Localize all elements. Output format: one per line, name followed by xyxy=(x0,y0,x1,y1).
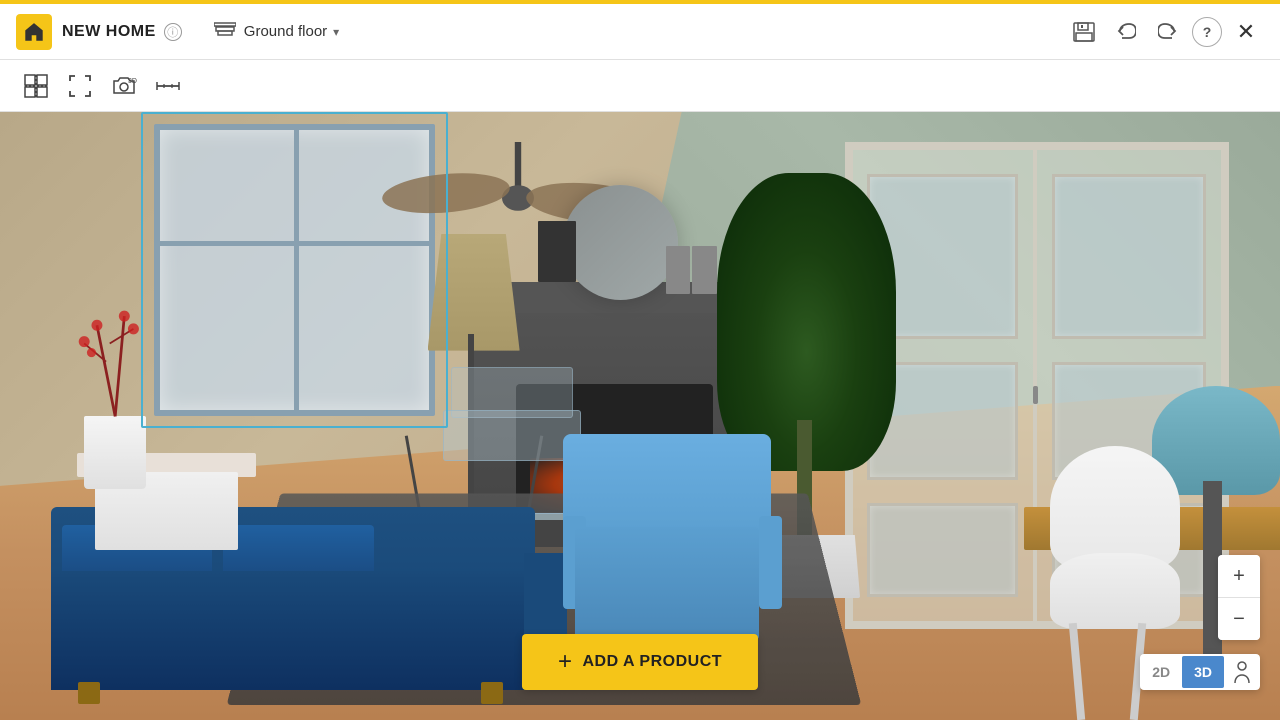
white-chair-seat xyxy=(1050,553,1181,629)
fullscreen-tool-button[interactable] xyxy=(60,66,100,106)
white-chair-leg-front xyxy=(1068,623,1084,720)
add-product-button[interactable]: + ADD A PRODUCT xyxy=(522,634,758,690)
floor-selector[interactable]: Ground floor ▾ xyxy=(206,17,347,46)
floor-name: Ground floor xyxy=(244,23,327,40)
camera-3d-tool-button[interactable]: 3D xyxy=(104,66,144,106)
sofa-body xyxy=(51,571,535,690)
add-product-label: ADD A PRODUCT xyxy=(582,653,722,671)
person-view-button[interactable] xyxy=(1224,654,1260,690)
help-button[interactable]: ? xyxy=(1192,17,1222,47)
toolbar: 3D xyxy=(0,60,1280,112)
white-chair-back xyxy=(1050,446,1181,568)
armchair-back xyxy=(563,434,770,537)
candle xyxy=(666,246,691,295)
view-toggle: 2D 3D xyxy=(1140,654,1260,690)
app-logo[interactable] xyxy=(16,14,52,50)
clear-chair-seat xyxy=(443,410,581,461)
add-product-plus-icon: + xyxy=(558,650,573,674)
candle xyxy=(692,246,717,295)
undo-button[interactable] xyxy=(1108,14,1144,50)
vase-with-branches xyxy=(64,307,166,489)
armchair-arm-right xyxy=(759,516,782,609)
measure-tool-button[interactable] xyxy=(148,66,188,106)
armchair-body xyxy=(575,527,759,641)
window-divider-vertical xyxy=(294,124,299,416)
door-handle xyxy=(1033,386,1038,404)
sofa-leg xyxy=(78,682,100,704)
mantel-vase xyxy=(538,221,576,282)
header-actions: ? ✕ xyxy=(1066,14,1264,50)
svg-text:3D: 3D xyxy=(128,78,137,85)
lamp-shade xyxy=(428,234,520,351)
zoom-out-button[interactable]: − xyxy=(1218,598,1260,640)
info-icon[interactable]: ⓘ xyxy=(164,23,182,41)
zoom-controls: + − xyxy=(1218,555,1260,640)
project-name: NEW HOME xyxy=(62,23,156,41)
wall-circle-decoration xyxy=(563,185,678,300)
zoom-in-button[interactable]: + xyxy=(1218,555,1260,597)
mantel-candles xyxy=(666,246,717,295)
redo-button[interactable] xyxy=(1150,14,1186,50)
view-3d-button[interactable]: 3D xyxy=(1182,656,1224,688)
header: NEW HOME ⓘ Ground floor ▾ xyxy=(0,4,1280,60)
grid-tool-button[interactable] xyxy=(16,66,56,106)
sofa-leg xyxy=(481,682,503,704)
close-button[interactable]: ✕ xyxy=(1228,14,1264,50)
save-button[interactable] xyxy=(1066,14,1102,50)
3d-scene[interactable]: + − 2D 3D + ADD A PRODUCT xyxy=(0,112,1280,720)
floor-chevron-icon: ▾ xyxy=(333,25,339,39)
floor-icon xyxy=(214,21,236,42)
view-2d-button[interactable]: 2D xyxy=(1140,656,1182,688)
branch-svg xyxy=(64,307,166,489)
door-glass-panel xyxy=(1052,174,1207,339)
